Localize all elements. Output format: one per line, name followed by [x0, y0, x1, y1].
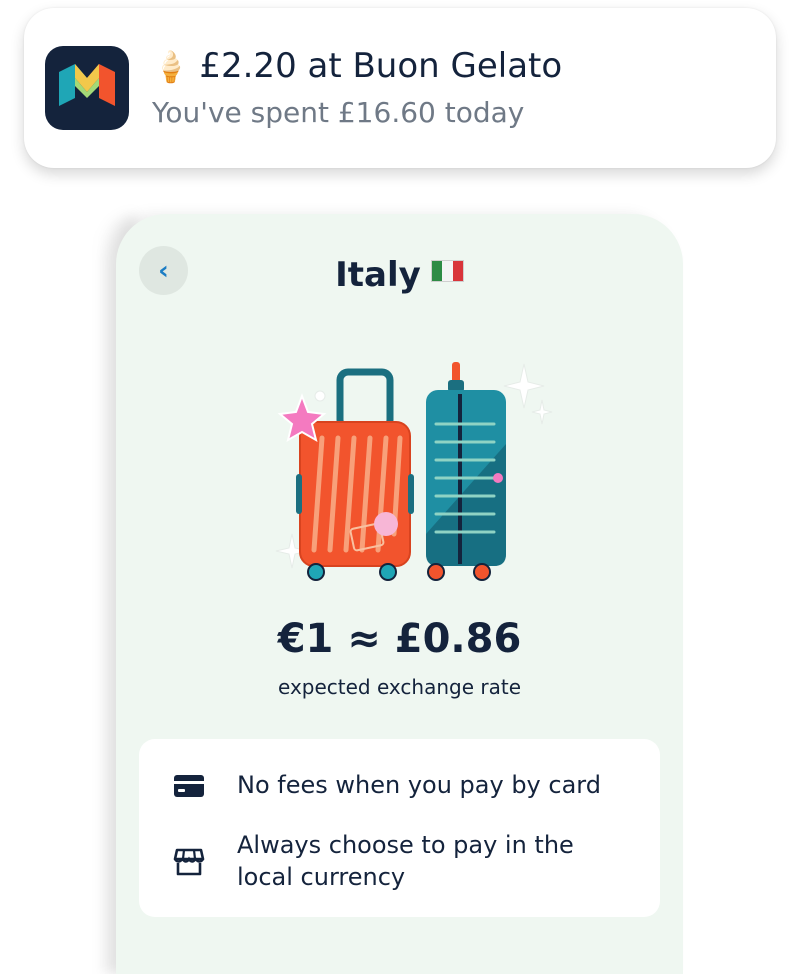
tips-card: No fees when you pay by card Always choo… — [139, 739, 660, 917]
page-title: Italy — [116, 250, 683, 296]
notification-subtitle: You've spent £16.60 today — [152, 96, 525, 129]
card-icon — [173, 773, 205, 803]
monzo-logo-icon — [45, 46, 129, 130]
country-name: Italy — [335, 255, 421, 295]
store-icon — [173, 847, 205, 881]
tip-text: No fees when you pay by card — [237, 771, 601, 799]
notification-title-text: £2.20 at Buon Gelato — [199, 46, 563, 86]
suitcases-illustration — [272, 354, 572, 598]
tip-text: Always choose to pay in the local curren… — [237, 831, 574, 891]
exchange-rate-caption: expected exchange rate — [277, 675, 521, 699]
notification-banner[interactable]: 🍦 £2.20 at Buon Gelato You've spent £16.6… — [24, 8, 776, 168]
notification-title: 🍦 £2.20 at Buon Gelato — [152, 46, 562, 88]
italy-flag-icon — [430, 250, 464, 292]
travel-screen: ‹ Italy €1 ≈ £0.86 expected exchange rat… — [116, 214, 683, 974]
exchange-rate-value: €1 ≈ £0.86 — [277, 616, 522, 662]
ice-cream-icon: 🍦 — [152, 50, 190, 85]
